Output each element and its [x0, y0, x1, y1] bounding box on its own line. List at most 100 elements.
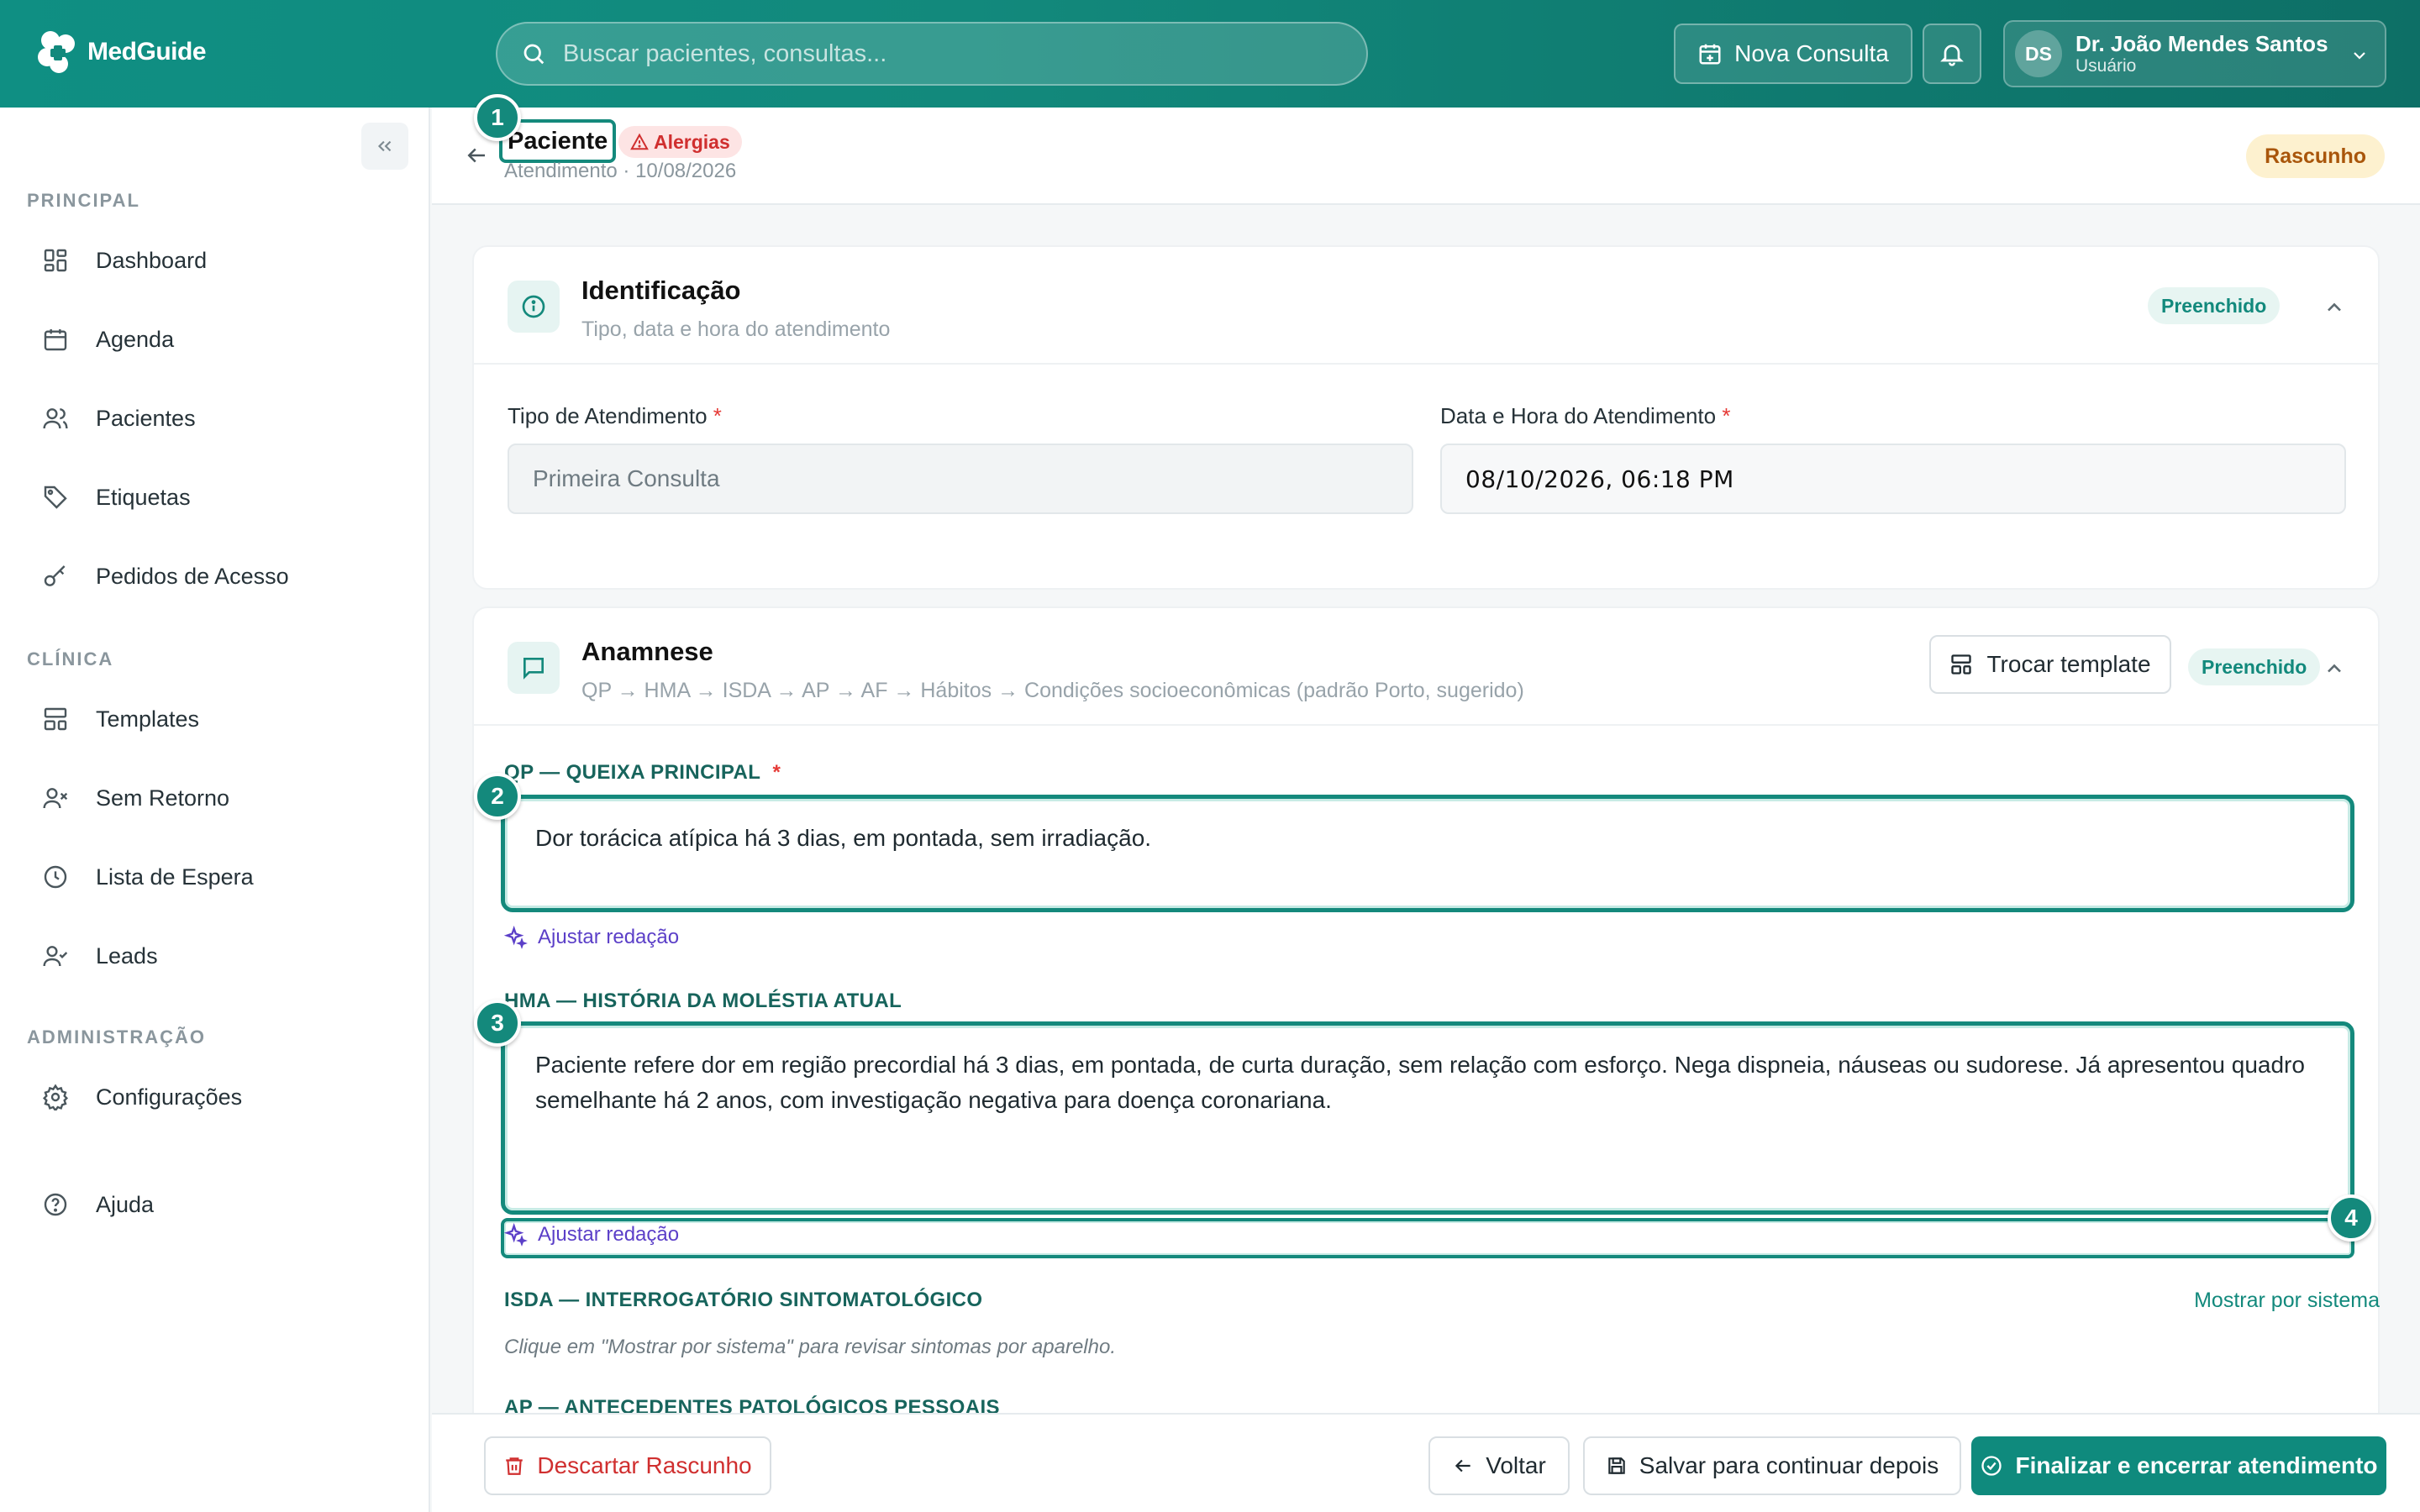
chevron-down-icon: [2354, 52, 2365, 60]
save-label: Salvar para continuar depois: [1639, 1452, 1939, 1478]
discard-draft-button[interactable]: Descartar Rascunho: [484, 1436, 771, 1495]
annotation-marker-4: 4: [2328, 1194, 2375, 1242]
sidebar-item-etiquetas[interactable]: Etiquetas: [25, 464, 403, 531]
isda-label: ISDA — INTERROGATÓRIO SINTOMATOLÓGICO: [504, 1289, 983, 1311]
hma-textarea[interactable]: Paciente refere dor em região precordial…: [501, 1021, 2354, 1215]
tipo-atendimento-field[interactable]: Primeira Consulta: [508, 444, 1413, 514]
template-icon: [40, 704, 71, 734]
sidebar-item-templates[interactable]: Templates: [25, 685, 403, 753]
sidebar-item-label: Configurações: [96, 1084, 243, 1110]
user-role: Usuário: [2075, 56, 2137, 76]
section-administracao: ADMINISTRAÇÃO: [27, 1026, 206, 1047]
anamnese-header[interactable]: Anamnese QP → HMA → ISDA → AP → AF → Háb…: [474, 608, 2378, 726]
help-icon: [40, 1189, 71, 1220]
chevrons-left-icon: [377, 140, 392, 152]
ajustar-label: Ajustar redação: [538, 926, 680, 948]
qp-textarea[interactable]: Dor torácica atípica há 3 dias, em ponta…: [501, 795, 2354, 912]
sidebar-item-label: Templates: [96, 706, 200, 732]
identificacao-title: Identificação: [581, 276, 741, 305]
sidebar-item-agenda[interactable]: Agenda: [25, 306, 403, 373]
bell-icon: [1940, 45, 1964, 66]
new-consult-button[interactable]: Nova Consulta: [1674, 24, 1912, 84]
trocar-template-button[interactable]: Trocar template: [1929, 635, 2171, 694]
arrow-left-icon: [1455, 1459, 1470, 1473]
data-label: Data e Hora do Atendimento *: [1440, 403, 1731, 428]
info-icon: [508, 281, 560, 333]
discard-label: Descartar Rascunho: [537, 1452, 752, 1478]
chevron-up-icon[interactable]: [2323, 296, 2346, 319]
qp-label: QP — QUEIXA PRINCIPAL *: [504, 761, 781, 784]
users-icon: [40, 403, 71, 433]
annotation-marker-2: 2: [474, 773, 521, 820]
sparkles-icon: [504, 1223, 528, 1247]
identificacao-subtitle: Tipo, data e hora do atendimento: [581, 318, 891, 341]
section-principal: PRINCIPAL: [27, 190, 140, 211]
finish-label: Finalizar e encerrar atendimento: [2015, 1452, 2378, 1478]
annotation-marker-1: 1: [474, 94, 521, 141]
sidebar-item-leads[interactable]: Leads: [25, 922, 403, 990]
identificacao-card: Identificação Tipo, data e hora do atend…: [472, 245, 2380, 590]
back-label: Voltar: [1486, 1452, 1546, 1478]
data-hora-field[interactable]: 08/10/2026, 06:18 PM: [1440, 444, 2346, 514]
back-button[interactable]: Voltar: [1428, 1436, 1570, 1495]
sidebar-item-lista-espera[interactable]: Lista de Espera: [25, 843, 403, 911]
template-icon: [1951, 654, 1972, 675]
annotation-marker-3: 3: [474, 1000, 521, 1047]
search-bar[interactable]: [496, 22, 1368, 86]
status-badge: Preenchido: [2188, 648, 2321, 685]
hma-label: HMA — HISTÓRIA DA MOLÉSTIA ATUAL: [504, 990, 902, 1012]
sidebar-item-label: Ajuda: [96, 1191, 155, 1217]
app-name: MedGuide: [87, 38, 207, 66]
collapse-sidebar-button[interactable]: [361, 123, 408, 170]
ajustar-redacao-hma-button[interactable]: Ajustar redação: [504, 1223, 679, 1247]
page-header: Paciente Alergias Atendimento · 10/08/20…: [432, 108, 2420, 205]
main-content: Identificação Tipo, data e hora do atend…: [432, 205, 2420, 1413]
sidebar: PRINCIPAL Dashboard Agenda Pacientes Eti…: [0, 108, 430, 1512]
tag-icon: [40, 482, 71, 512]
save-icon: [1608, 1457, 1625, 1474]
ap-label: AP — ANTECEDENTES PATOLÓGICOS PESSOAIS: [504, 1396, 1000, 1413]
mostrar-por-sistema-link[interactable]: Mostrar por sistema: [2194, 1289, 2380, 1313]
ajustar-redacao-qp-button[interactable]: Ajustar redação: [504, 926, 679, 949]
sidebar-item-sem-retorno[interactable]: Sem Retorno: [25, 764, 403, 832]
sparkles-icon: [504, 926, 528, 949]
status-badge: Rascunho: [2246, 134, 2385, 178]
user-check-icon: [40, 941, 71, 971]
calendar-plus-icon: [1699, 44, 1721, 65]
save-draft-button[interactable]: Salvar para continuar depois: [1583, 1436, 1961, 1495]
search-input[interactable]: [563, 39, 1319, 68]
status-badge: Preenchido: [2148, 287, 2281, 324]
identificacao-header[interactable]: Identificação Tipo, data e hora do atend…: [474, 247, 2378, 365]
sidebar-item-label: Pedidos de Acesso: [96, 563, 289, 589]
sidebar-item-ajuda[interactable]: Ajuda: [25, 1171, 403, 1238]
avatar: DS: [2015, 30, 2062, 77]
back-arrow-icon[interactable]: [464, 143, 489, 168]
sidebar-item-label: Sem Retorno: [96, 785, 230, 811]
user-name: Dr. João Mendes Santos: [2075, 31, 2328, 56]
sidebar-item-dashboard[interactable]: Dashboard: [25, 227, 403, 294]
chevron-up-icon[interactable]: [2323, 657, 2346, 680]
anamnese-title: Anamnese: [581, 637, 713, 666]
sidebar-item-label: Leads: [96, 942, 158, 969]
notifications-button[interactable]: [1923, 24, 1981, 84]
finish-appointment-button[interactable]: Finalizar e encerrar atendimento: [1971, 1436, 2386, 1495]
key-icon: [40, 561, 71, 591]
sidebar-item-configuracoes[interactable]: Configurações: [25, 1063, 403, 1131]
app-logo[interactable]: MedGuide: [34, 27, 207, 77]
sidebar-item-pedidos-acesso[interactable]: Pedidos de Acesso: [25, 543, 403, 610]
sidebar-item-label: Dashboard: [96, 247, 208, 273]
user-x-icon: [40, 783, 71, 813]
ajustar-redacao-hma-highlight: [501, 1218, 2354, 1258]
sidebar-item-pacientes[interactable]: Pacientes: [25, 385, 403, 452]
user-menu[interactable]: DS Dr. João Mendes Santos Usuário: [2003, 20, 2386, 87]
ajustar-label: Ajustar redação: [538, 1223, 680, 1246]
warning-icon: [630, 133, 649, 150]
message-icon: [508, 642, 560, 694]
sidebar-item-label: Lista de Espera: [96, 864, 254, 890]
allergy-label: Alergias: [654, 130, 730, 153]
isda-hint: Clique em "Mostrar por sistema" para rev…: [504, 1336, 1116, 1358]
appointment-subline: Atendimento · 10/08/2026: [504, 160, 737, 182]
sidebar-item-label: Agenda: [96, 326, 175, 352]
section-clinica: CLÍNICA: [27, 648, 114, 669]
allergy-badge[interactable]: Alergias: [618, 126, 742, 158]
